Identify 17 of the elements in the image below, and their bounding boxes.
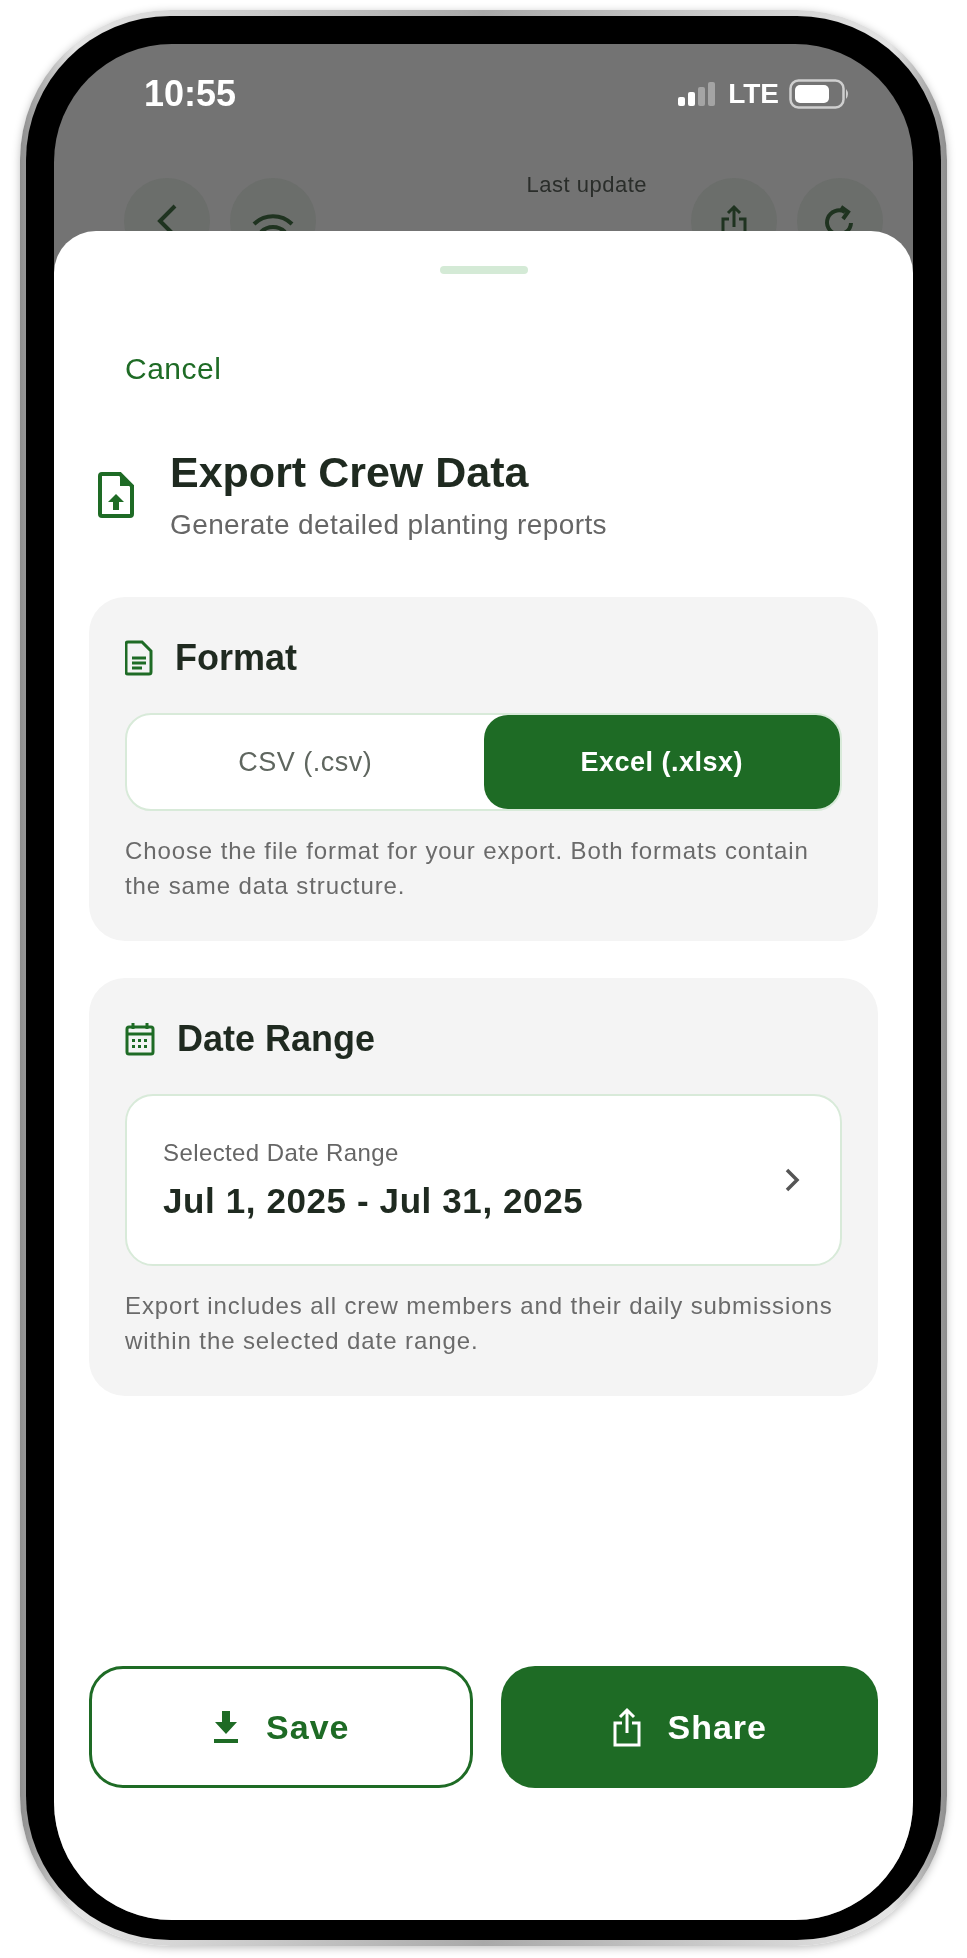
save-button[interactable]: Save bbox=[89, 1666, 473, 1788]
sheet-subtitle: Generate detailed planting reports bbox=[170, 509, 607, 541]
last-update-label: Last update bbox=[526, 172, 647, 198]
network-label: LTE bbox=[728, 78, 779, 110]
format-option[interactable]: Excel (.xlsx) bbox=[483, 715, 840, 809]
field-label: Selected Date Range bbox=[163, 1139, 400, 1167]
cancel-button[interactable]: Cancel bbox=[125, 352, 222, 386]
date-range-value: Jul 1, 2025 - Jul 31, 2025 bbox=[163, 1181, 585, 1221]
card-heading: Format bbox=[175, 637, 297, 679]
share-button[interactable]: Share bbox=[500, 1666, 878, 1788]
format-option[interactable]: CSV (.csv) bbox=[127, 715, 484, 809]
status-time: 10:55 bbox=[144, 73, 237, 115]
date-range-field[interactable]: Selected Date Range Jul 1, 2025 - Jul 31, 2025 bbox=[125, 1094, 842, 1266]
sheet-title: Export Crew Data bbox=[170, 448, 530, 497]
help-text: Choose the file format for your export. Both formats contain the same data structure. bbox=[125, 836, 810, 901]
card-heading: Date Range bbox=[177, 1018, 376, 1060]
help-text: Export includes all crew members and their daily submissions within the selected date range. bbox=[125, 1291, 834, 1356]
